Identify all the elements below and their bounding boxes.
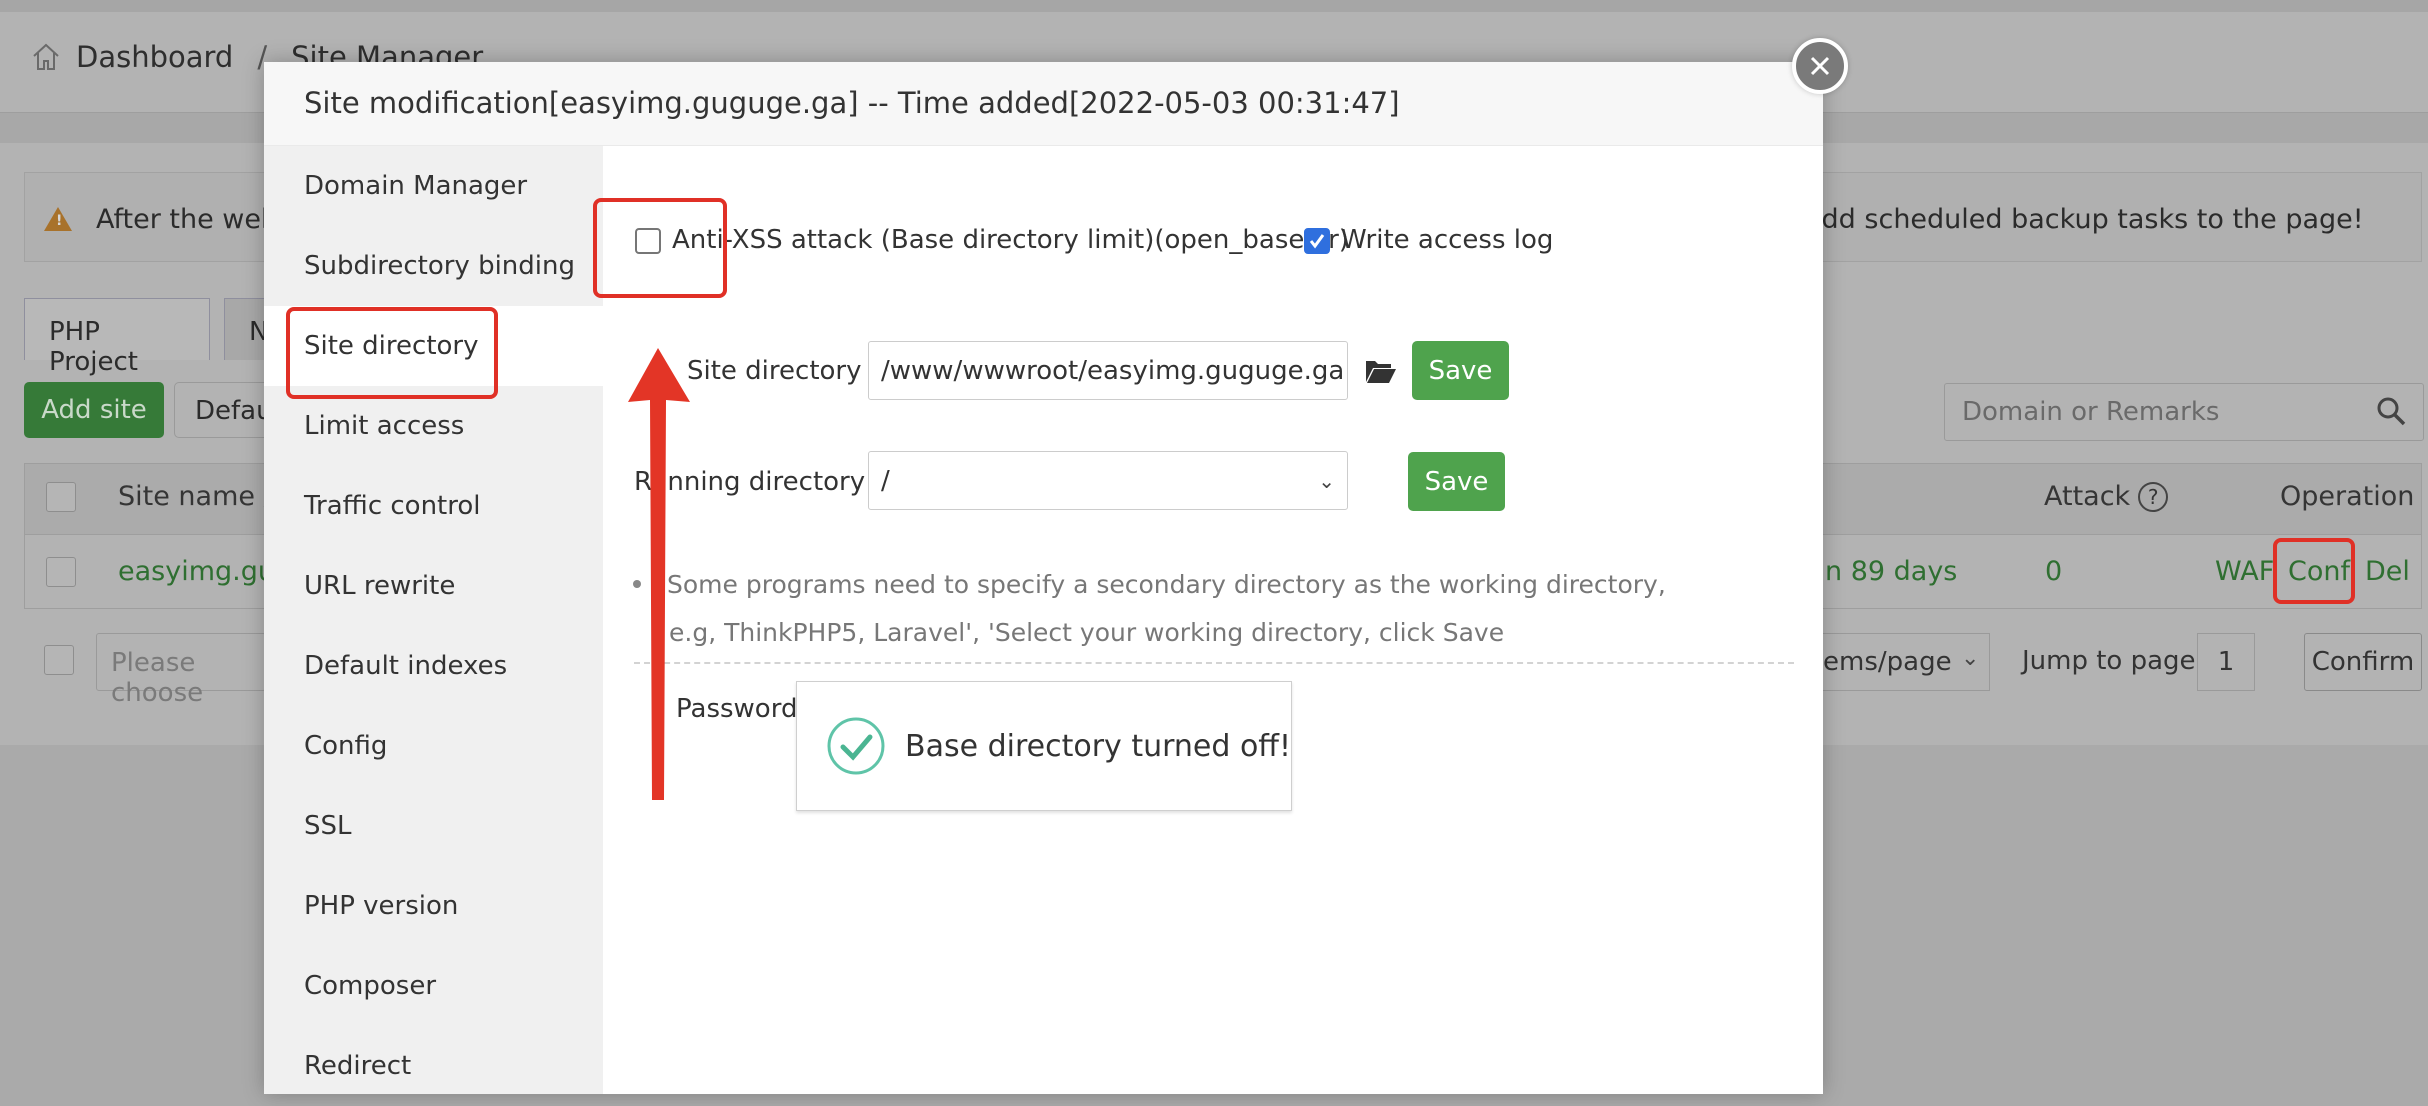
close-dialog-button[interactable] <box>1792 38 1848 94</box>
sidebar-item-label: URL rewrite <box>304 571 456 601</box>
column-attack-label: Attack <box>2044 481 2131 512</box>
waf-link[interactable]: WAF <box>2215 556 2274 587</box>
write-access-log-checkbox[interactable] <box>1304 228 1330 254</box>
expiry-link[interactable]: n 89 days <box>1825 556 1957 587</box>
section-divider <box>634 662 1794 664</box>
sidebar-item-ssl[interactable]: SSL <box>264 786 603 866</box>
save-site-directory-button[interactable]: Save <box>1412 341 1509 400</box>
sidebar-item-label: Config <box>304 731 388 761</box>
confirm-page-button[interactable]: Confirm <box>2304 633 2422 691</box>
arrow-annotation <box>628 348 690 800</box>
select-all-checkbox[interactable] <box>46 482 76 512</box>
write-access-log-label: Write access log <box>1341 225 1554 255</box>
search-placeholder: Domain or Remarks <box>1962 397 2220 427</box>
chevron-down-icon: ⌄ <box>1961 646 1980 671</box>
dialog-title: Site modification[easyimg.guguge.ga] -- … <box>304 86 1400 120</box>
top-strip <box>0 0 2428 12</box>
column-attack: Attack ? <box>2044 481 2169 512</box>
site-directory-value: /www/wwwroot/easyimg.guguge.ga <box>881 355 1345 386</box>
success-toast: Base directory turned off! <box>796 681 1292 811</box>
sidebar-item-label: Default indexes <box>304 651 508 681</box>
toast-message: Base directory turned off! <box>904 728 1291 764</box>
search-icon[interactable] <box>2375 395 2407 427</box>
sidebar-item-subdirectory-binding[interactable]: Subdirectory binding <box>264 226 603 306</box>
conf-highlight-annotation <box>2273 538 2355 604</box>
chevron-down-icon: ⌄ <box>1318 468 1335 493</box>
row-checkbox[interactable] <box>46 557 76 587</box>
breadcrumb-dashboard[interactable]: Dashboard <box>76 40 233 74</box>
site-directory-input[interactable]: /www/wwwroot/easyimg.guguge.ga <box>868 341 1348 400</box>
home-icon[interactable] <box>30 41 62 73</box>
running-directory-select[interactable]: / ⌄ <box>868 451 1348 510</box>
tip-line-1: Some programs need to specify a secondar… <box>667 570 1666 599</box>
jump-to-page-label: Jump to page <box>2022 646 2196 676</box>
sidebar-item-label: SSL <box>304 811 352 841</box>
column-site-name[interactable]: Site name ▲ <box>118 481 276 512</box>
folder-open-icon[interactable] <box>1365 358 1397 384</box>
page-number-input[interactable]: 1 <box>2197 633 2255 691</box>
sidebar-item-redirect[interactable]: Redirect <box>264 1026 603 1106</box>
tab-php-project[interactable]: PHP Project <box>24 298 210 377</box>
tip-line-2: e.g, ThinkPHP5, Laravel', 'Select your w… <box>669 618 1505 647</box>
add-site-button[interactable]: Add site <box>24 382 164 438</box>
sidebar-item-label: Subdirectory binding <box>304 251 575 281</box>
sidebar-item-default-indexes[interactable]: Default indexes <box>264 626 603 706</box>
sidebar-item-composer[interactable]: Composer <box>264 946 603 1026</box>
checkmark-icon <box>1309 234 1325 249</box>
site-directory-highlight-annotation <box>286 307 498 399</box>
batch-checkbox[interactable] <box>44 645 74 675</box>
site-directory-label: Site directory <box>687 356 862 386</box>
sidebar-item-label: Traffic control <box>304 491 481 521</box>
sidebar-item-label: PHP version <box>304 891 459 921</box>
warning-icon: ! <box>44 207 72 231</box>
sidebar-item-label: Redirect <box>304 1051 412 1081</box>
save-running-directory-button[interactable]: Save <box>1408 452 1505 511</box>
attack-count: 0 <box>2045 556 2063 587</box>
success-check-icon <box>827 717 885 775</box>
items-per-page-label: ems/page <box>1823 647 1952 677</box>
sidebar-item-config[interactable]: Config <box>264 706 603 786</box>
batch-operation-select[interactable]: Please choose <box>96 633 266 708</box>
banner-text: After the webs <box>96 204 293 235</box>
del-link[interactable]: Del <box>2365 556 2410 587</box>
anti-xss-label: Anti-XSS attack (Base directory limit)(o… <box>672 225 1349 255</box>
running-directory-value: / <box>881 465 890 496</box>
help-icon[interactable]: ? <box>2138 481 2169 512</box>
sidebar-item-php-version[interactable]: PHP version <box>264 866 603 946</box>
banner-text-continued: add scheduled backup tasks to the page! <box>1805 204 2364 235</box>
sidebar-item-url-rewrite[interactable]: URL rewrite <box>264 546 603 626</box>
close-icon <box>1810 56 1830 76</box>
anti-xss-highlight-annotation <box>593 198 727 298</box>
sidebar-item-label: Composer <box>304 971 437 1001</box>
column-site-name-label: Site name <box>118 481 255 512</box>
sidebar-item-domain-manager[interactable]: Domain Manager <box>264 146 603 226</box>
sidebar-item-traffic-control[interactable]: Traffic control <box>264 466 603 546</box>
column-operation: Operation <box>2280 481 2415 512</box>
items-per-page-select[interactable]: ems/page ⌄ <box>1810 633 1990 691</box>
sidebar-item-label: Limit access <box>304 411 465 441</box>
sidebar-item-label: Domain Manager <box>304 171 528 201</box>
